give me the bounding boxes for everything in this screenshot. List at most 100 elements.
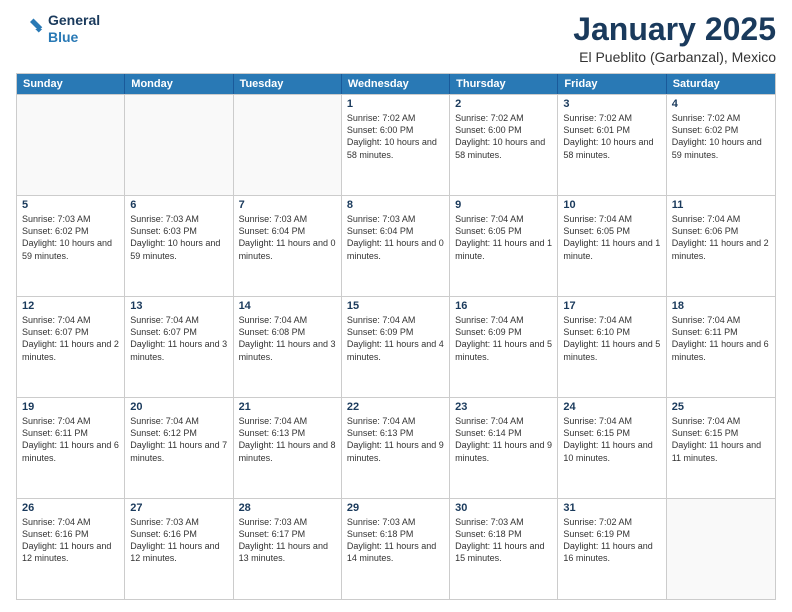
cal-cell-w3-d6: 17 Sunrise: 7:04 AM Sunset: 6:10 PM Dayli…: [558, 297, 666, 397]
day-info: Sunrise: 7:02 AM Sunset: 6:01 PM Dayligh…: [563, 112, 660, 161]
week-row-5: 26 Sunrise: 7:04 AM Sunset: 6:16 PM Dayli…: [17, 498, 775, 599]
day-number: 5: [22, 199, 119, 211]
day-number: 16: [455, 300, 552, 312]
cal-cell-w2-d2: 6Sunrise: 7:03 AM Sunset: 6:03 PM Daylig…: [125, 196, 233, 296]
day-info: Sunrise: 7:04 AM Sunset: 6:11 PM Dayligh…: [22, 415, 119, 464]
day-number: 7: [239, 199, 336, 211]
day-number: 21: [239, 401, 336, 413]
day-number: 26: [22, 502, 119, 514]
month-title: January 2025: [573, 12, 776, 47]
cal-cell-w3-d4: 15Sunrise: 7:04 AM Sunset: 6:09 PM Dayli…: [342, 297, 450, 397]
day-info: Sunrise: 7:04 AM Sunset: 6:15 PM Dayligh…: [563, 415, 660, 464]
header-tuesday: Tuesday: [234, 74, 342, 94]
week-row-2: 5 Sunrise: 7:03 AM Sunset: 6:02 PM Daylig…: [17, 195, 775, 296]
cal-cell-w5-d5: 30 Sunrise: 7:03 AM Sunset: 6:18 PM Dayli…: [450, 499, 558, 599]
day-number: 8: [347, 199, 444, 211]
cal-cell-w5-d1: 26 Sunrise: 7:04 AM Sunset: 6:16 PM Dayli…: [17, 499, 125, 599]
day-number: 30: [455, 502, 552, 514]
day-number: 18: [672, 300, 770, 312]
day-info: Sunrise: 7:03 AM Sunset: 6:16 PM Dayligh…: [130, 516, 227, 565]
cal-cell-w5-d7: [667, 499, 775, 599]
day-info: Sunrise: 7:03 AM Sunset: 6:18 PM Dayligh…: [455, 516, 552, 565]
header-sunday: Sunday: [17, 74, 125, 94]
cal-cell-w4-d4: 22 Sunrise: 7:04 AM Sunset: 6:13 PM Dayli…: [342, 398, 450, 498]
day-info: Sunrise: 7:04 AM Sunset: 6:07 PM Dayligh…: [22, 314, 119, 363]
day-number: 22: [347, 401, 444, 413]
day-number: 23: [455, 401, 552, 413]
logo-icon: [16, 15, 44, 43]
cal-cell-w1-d5: 2 Sunrise: 7:02 AM Sunset: 6:00 PM Daylig…: [450, 95, 558, 195]
day-info: Sunrise: 7:04 AM Sunset: 6:15 PM Dayligh…: [672, 415, 770, 464]
cal-cell-w1-d6: 3 Sunrise: 7:02 AM Sunset: 6:01 PM Daylig…: [558, 95, 666, 195]
logo-text: General Blue: [48, 12, 100, 46]
day-number: 13: [130, 300, 227, 312]
day-info: Sunrise: 7:04 AM Sunset: 6:05 PM Dayligh…: [455, 213, 552, 262]
day-info: Sunrise: 7:04 AM Sunset: 6:13 PM Dayligh…: [347, 415, 444, 464]
day-number: 10: [563, 199, 660, 211]
day-number: 20: [130, 401, 227, 413]
day-info: Sunrise: 7:02 AM Sunset: 6:00 PM Dayligh…: [347, 112, 444, 161]
day-info: Sunrise: 7:03 AM Sunset: 6:04 PM Dayligh…: [347, 213, 444, 262]
cal-cell-w2-d3: 7 Sunrise: 7:03 AM Sunset: 6:04 PM Daylig…: [234, 196, 342, 296]
cal-cell-w2-d1: 5 Sunrise: 7:03 AM Sunset: 6:02 PM Daylig…: [17, 196, 125, 296]
cal-cell-w3-d5: 16 Sunrise: 7:04 AM Sunset: 6:09 PM Dayli…: [450, 297, 558, 397]
day-info: Sunrise: 7:04 AM Sunset: 6:16 PM Dayligh…: [22, 516, 119, 565]
day-info: Sunrise: 7:04 AM Sunset: 6:11 PM Dayligh…: [672, 314, 770, 363]
day-number: 27: [130, 502, 227, 514]
day-number: 15: [347, 300, 444, 312]
day-info: Sunrise: 7:04 AM Sunset: 6:08 PM Dayligh…: [239, 314, 336, 363]
cal-cell-w4-d2: 20Sunrise: 7:04 AM Sunset: 6:12 PM Dayli…: [125, 398, 233, 498]
day-number: 12: [22, 300, 119, 312]
header-friday: Friday: [558, 74, 666, 94]
day-info: Sunrise: 7:04 AM Sunset: 6:05 PM Dayligh…: [563, 213, 660, 262]
cal-cell-w1-d2: [125, 95, 233, 195]
title-block: January 2025 El Pueblito (Garbanzal), Me…: [573, 12, 776, 65]
day-number: 2: [455, 98, 552, 110]
day-info: Sunrise: 7:04 AM Sunset: 6:10 PM Dayligh…: [563, 314, 660, 363]
day-number: 14: [239, 300, 336, 312]
day-info: Sunrise: 7:03 AM Sunset: 6:18 PM Dayligh…: [347, 516, 444, 565]
logo: General Blue: [16, 12, 100, 46]
day-info: Sunrise: 7:02 AM Sunset: 6:00 PM Dayligh…: [455, 112, 552, 161]
day-info: Sunrise: 7:04 AM Sunset: 6:06 PM Dayligh…: [672, 213, 770, 262]
day-info: Sunrise: 7:02 AM Sunset: 6:02 PM Dayligh…: [672, 112, 770, 161]
day-number: 31: [563, 502, 660, 514]
cal-cell-w1-d3: [234, 95, 342, 195]
cal-cell-w2-d4: 8 Sunrise: 7:03 AM Sunset: 6:04 PM Daylig…: [342, 196, 450, 296]
cal-cell-w1-d1: [17, 95, 125, 195]
header-thursday: Thursday: [450, 74, 558, 94]
cal-cell-w1-d7: 4Sunrise: 7:02 AM Sunset: 6:02 PM Daylig…: [667, 95, 775, 195]
cal-cell-w5-d3: 28 Sunrise: 7:03 AM Sunset: 6:17 PM Dayli…: [234, 499, 342, 599]
cal-cell-w4-d1: 19 Sunrise: 7:04 AM Sunset: 6:11 PM Dayli…: [17, 398, 125, 498]
week-row-3: 12 Sunrise: 7:04 AM Sunset: 6:07 PM Dayli…: [17, 296, 775, 397]
day-info: Sunrise: 7:04 AM Sunset: 6:09 PM Dayligh…: [455, 314, 552, 363]
cal-cell-w5-d6: 31 Sunrise: 7:02 AM Sunset: 6:19 PM Dayli…: [558, 499, 666, 599]
cal-cell-w3-d2: 13 Sunrise: 7:04 AM Sunset: 6:07 PM Dayli…: [125, 297, 233, 397]
calendar: Sunday Monday Tuesday Wednesday Thursday…: [16, 73, 776, 600]
calendar-header: Sunday Monday Tuesday Wednesday Thursday…: [17, 74, 775, 94]
week-row-4: 19 Sunrise: 7:04 AM Sunset: 6:11 PM Dayli…: [17, 397, 775, 498]
day-number: 28: [239, 502, 336, 514]
day-info: Sunrise: 7:03 AM Sunset: 6:04 PM Dayligh…: [239, 213, 336, 262]
header: General Blue January 2025 El Pueblito (G…: [16, 12, 776, 65]
day-info: Sunrise: 7:03 AM Sunset: 6:17 PM Dayligh…: [239, 516, 336, 565]
cal-cell-w2-d7: 11Sunrise: 7:04 AM Sunset: 6:06 PM Dayli…: [667, 196, 775, 296]
day-number: 3: [563, 98, 660, 110]
day-info: Sunrise: 7:02 AM Sunset: 6:19 PM Dayligh…: [563, 516, 660, 565]
day-info: Sunrise: 7:03 AM Sunset: 6:03 PM Dayligh…: [130, 213, 227, 262]
cal-cell-w4-d6: 24Sunrise: 7:04 AM Sunset: 6:15 PM Dayli…: [558, 398, 666, 498]
day-number: 19: [22, 401, 119, 413]
day-number: 29: [347, 502, 444, 514]
day-number: 17: [563, 300, 660, 312]
day-info: Sunrise: 7:04 AM Sunset: 6:07 PM Dayligh…: [130, 314, 227, 363]
location-title: El Pueblito (Garbanzal), Mexico: [573, 49, 776, 65]
cal-cell-w5-d4: 29 Sunrise: 7:03 AM Sunset: 6:18 PM Dayli…: [342, 499, 450, 599]
cal-cell-w4-d7: 25 Sunrise: 7:04 AM Sunset: 6:15 PM Dayli…: [667, 398, 775, 498]
day-info: Sunrise: 7:04 AM Sunset: 6:13 PM Dayligh…: [239, 415, 336, 464]
day-info: Sunrise: 7:03 AM Sunset: 6:02 PM Dayligh…: [22, 213, 119, 262]
day-number: 25: [672, 401, 770, 413]
day-info: Sunrise: 7:04 AM Sunset: 6:14 PM Dayligh…: [455, 415, 552, 464]
cal-cell-w3-d1: 12 Sunrise: 7:04 AM Sunset: 6:07 PM Dayli…: [17, 297, 125, 397]
calendar-body: 1Sunrise: 7:02 AM Sunset: 6:00 PM Daylig…: [17, 94, 775, 599]
header-wednesday: Wednesday: [342, 74, 450, 94]
